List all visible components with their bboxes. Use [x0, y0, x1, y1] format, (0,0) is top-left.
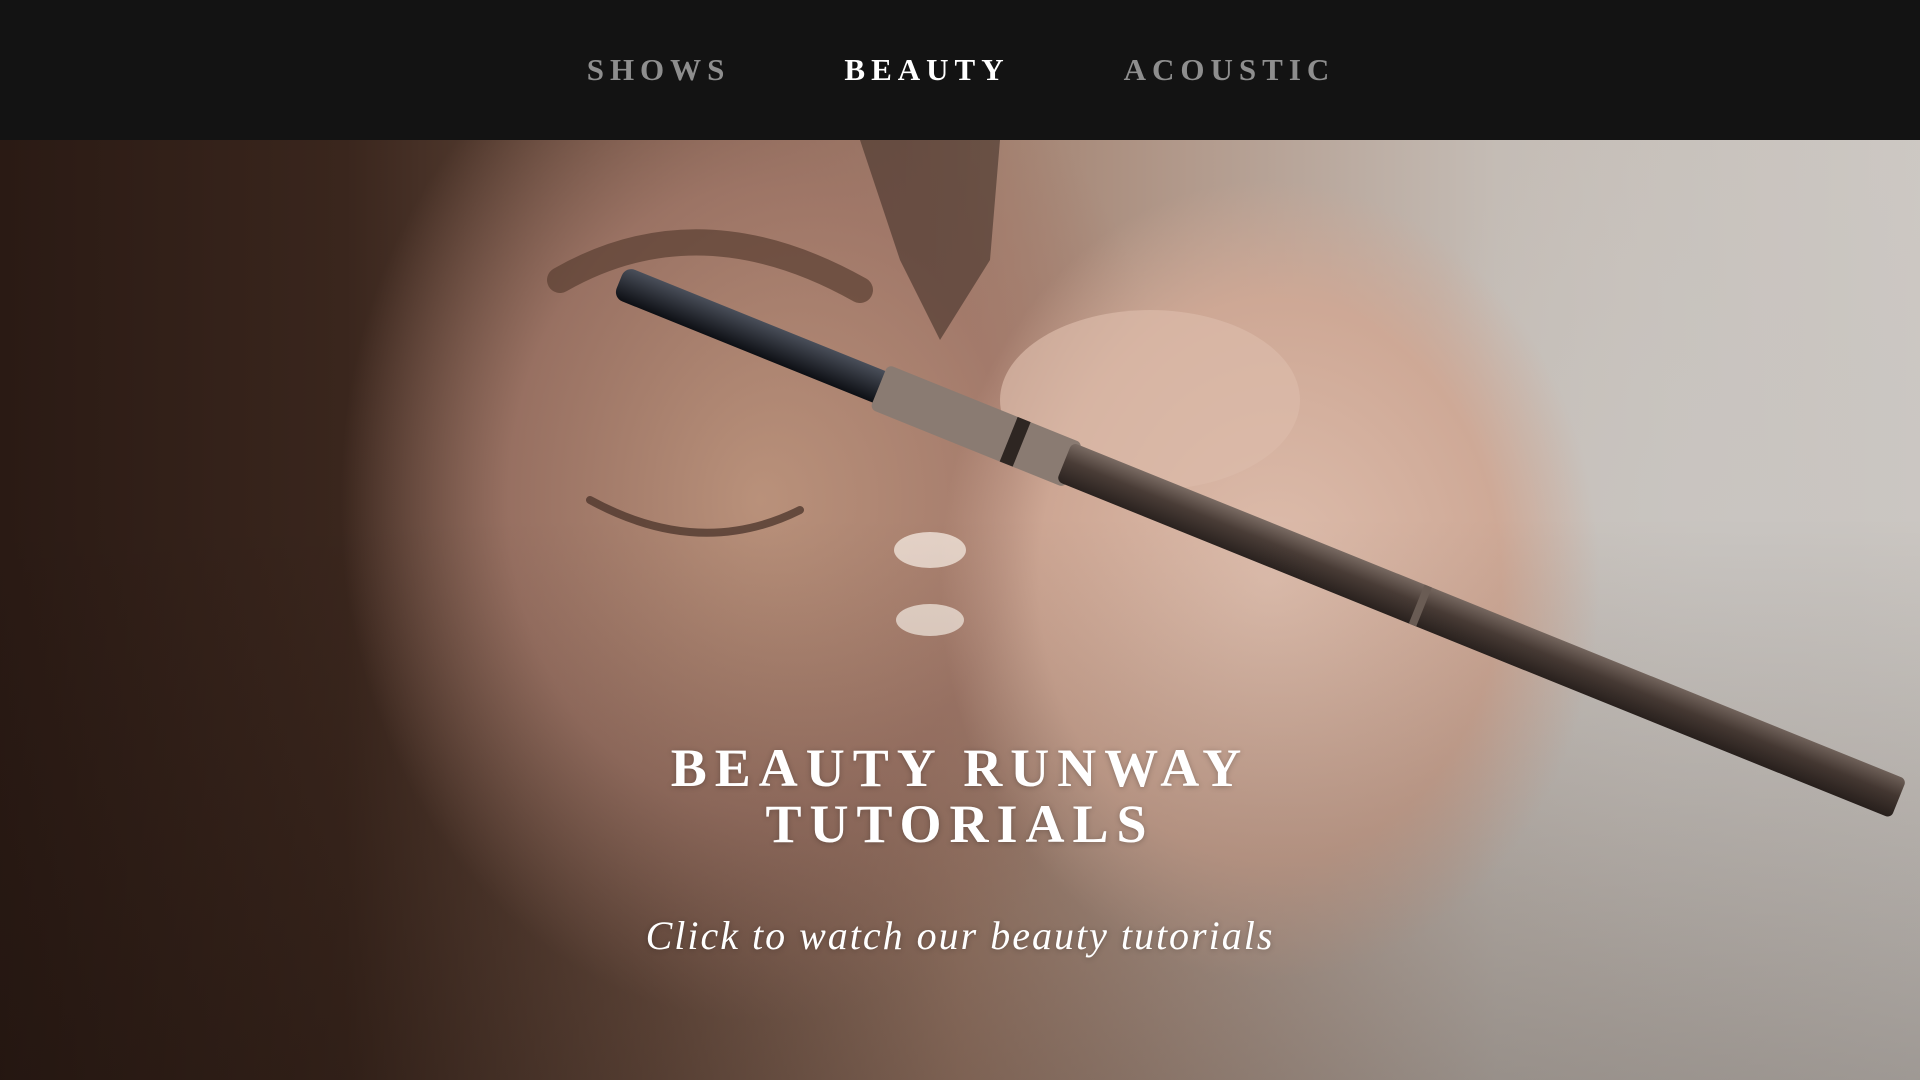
nav-item-beauty[interactable]: BEAUTY	[844, 52, 1009, 88]
hero-content: BEAUTY RUNWAY TUTORIALS Click to watch o…	[0, 740, 1920, 959]
top-navigation: SHOWS BEAUTY ACOUSTIC	[0, 0, 1920, 140]
hero-banner[interactable]: BEAUTY RUNWAY TUTORIALS Click to watch o…	[0, 140, 1920, 1080]
watch-tutorials-link[interactable]: Click to watch our beauty tutorials	[646, 912, 1275, 959]
nav-list: SHOWS BEAUTY ACOUSTIC	[587, 52, 1336, 88]
nav-item-acoustic[interactable]: ACOUSTIC	[1124, 52, 1336, 88]
hero-title: BEAUTY RUNWAY TUTORIALS	[670, 738, 1250, 854]
nav-item-shows[interactable]: SHOWS	[587, 52, 731, 88]
